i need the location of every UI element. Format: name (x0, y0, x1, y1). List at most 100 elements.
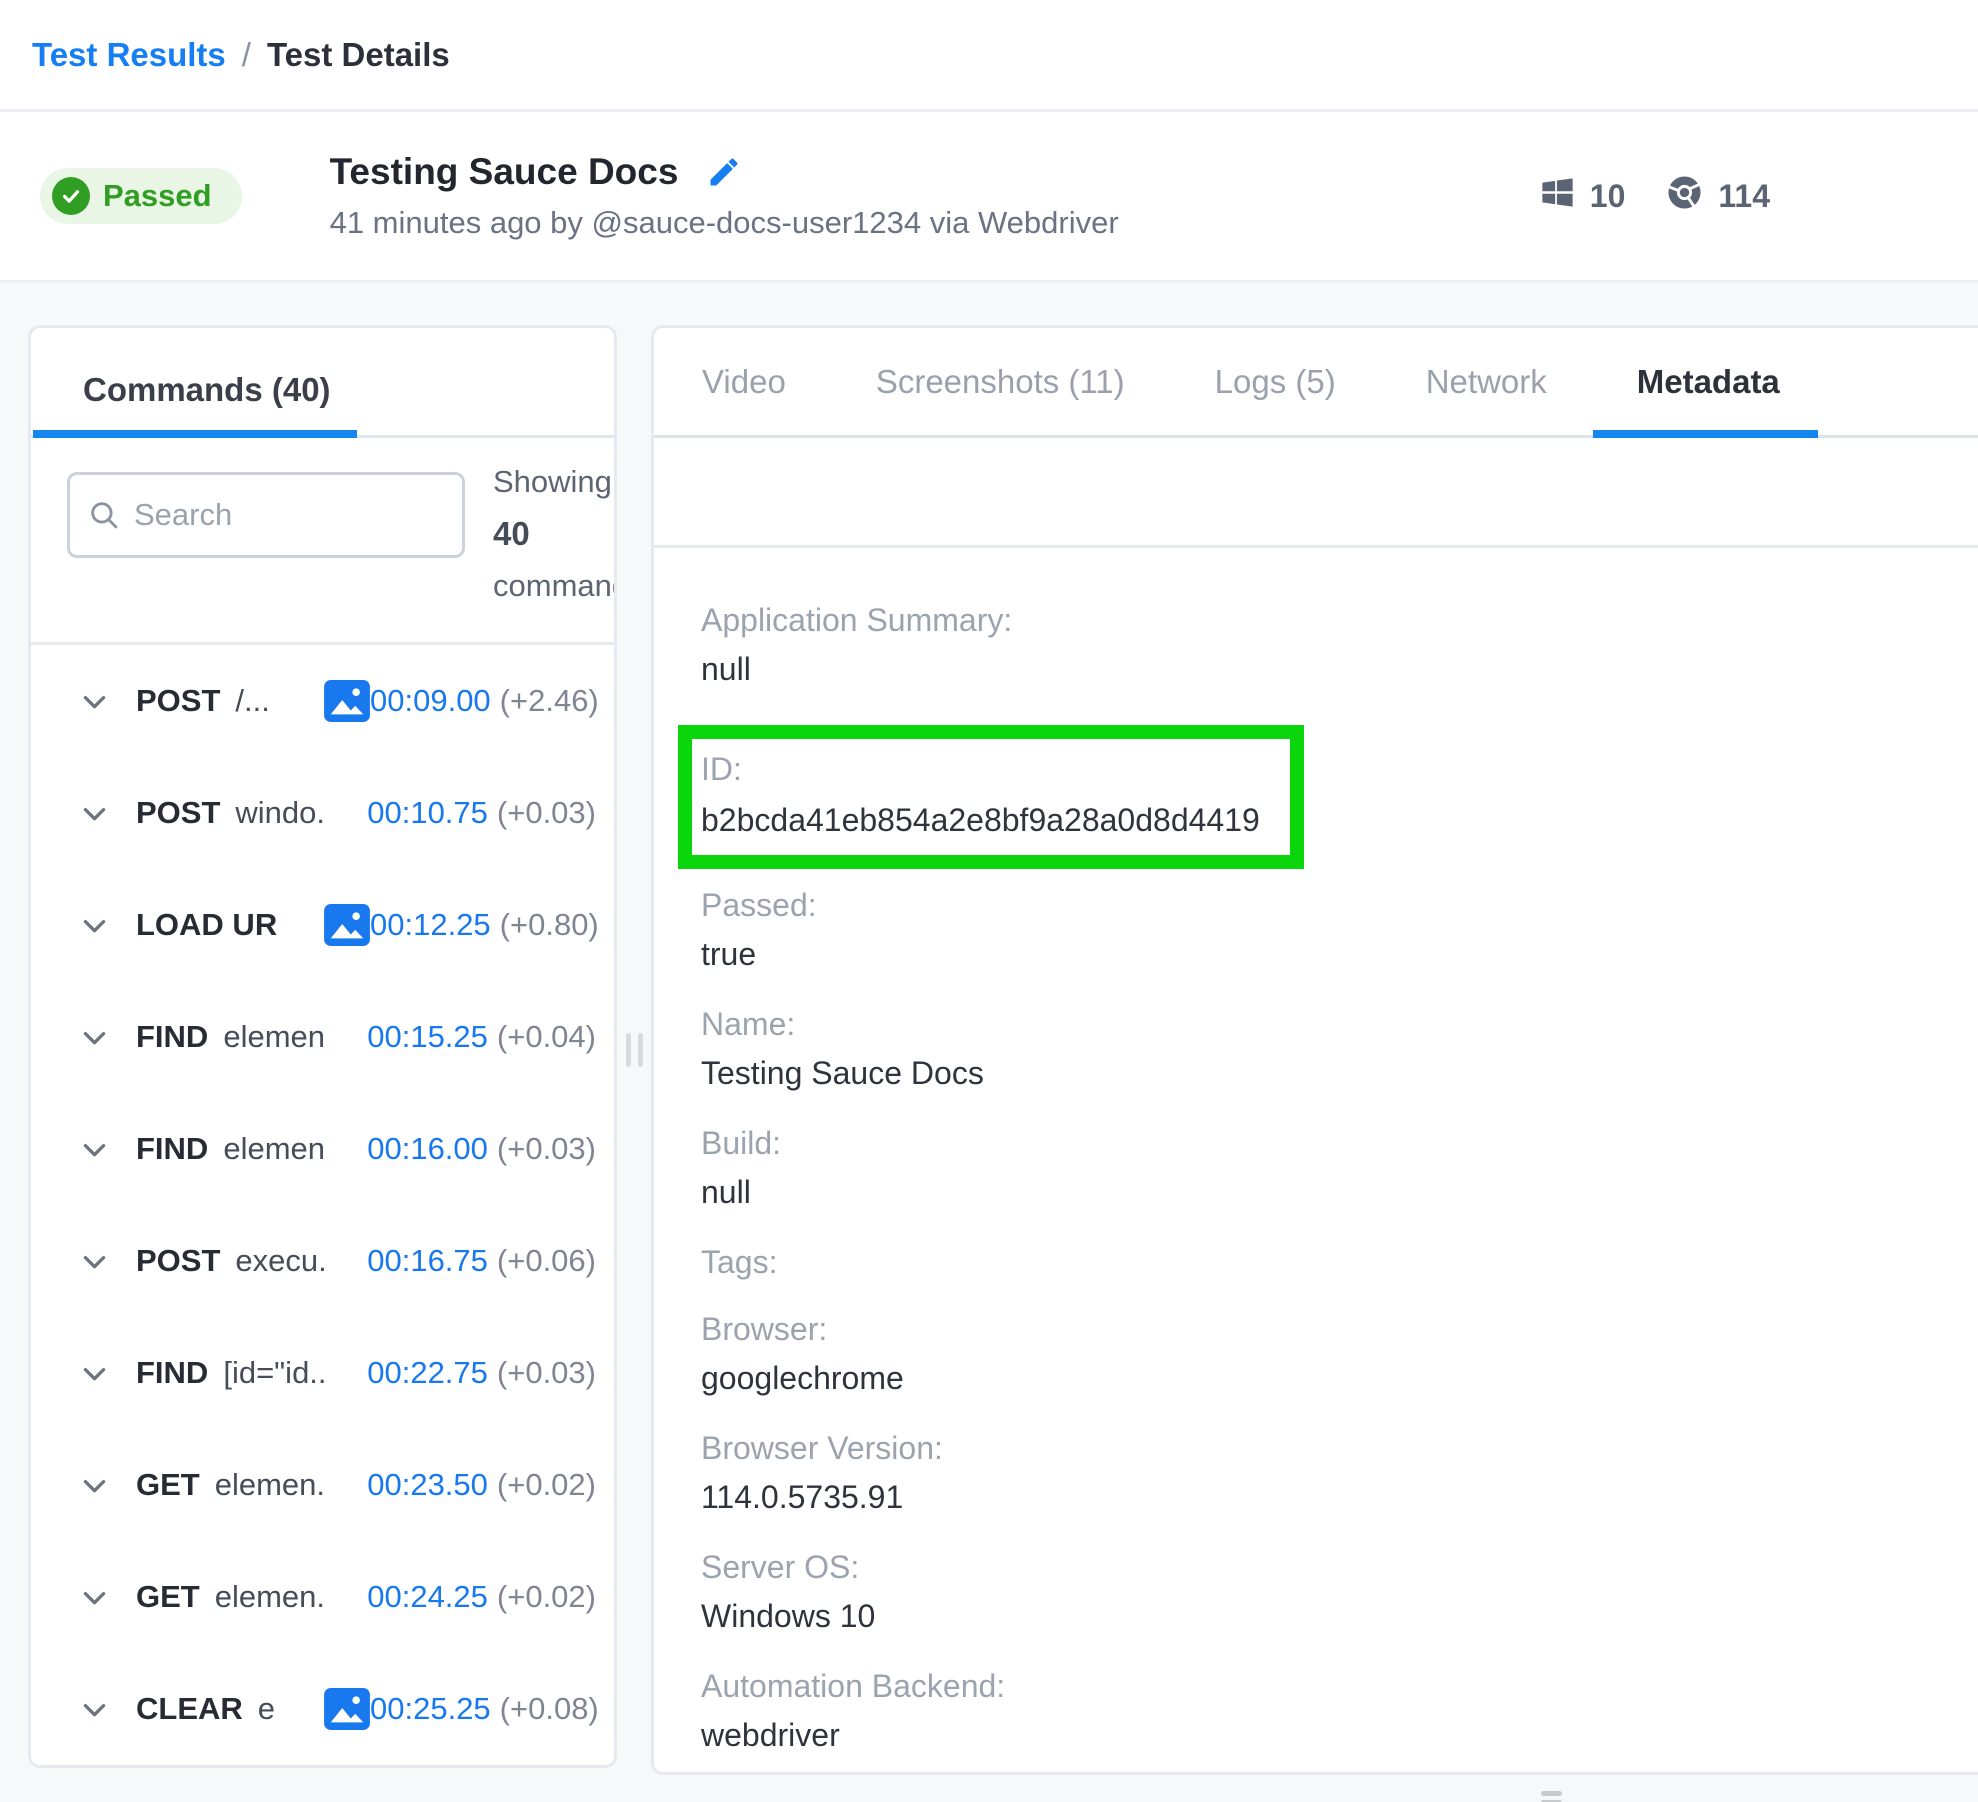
os-info: 10 (1541, 176, 1625, 217)
chevron-down-icon[interactable] (79, 798, 110, 829)
command-row[interactable]: FIND element 00:16.00 (+0.03) (31, 1093, 614, 1205)
details-tab-bar: Video Screenshots (11) Logs (5) Network … (654, 328, 1978, 438)
command-time[interactable]: 00:09.00 (370, 683, 491, 719)
chevron-down-icon[interactable] (79, 1358, 110, 1389)
chevron-down-icon[interactable] (79, 1022, 110, 1053)
metadata-label: Server OS: (701, 1549, 860, 1585)
chevron-down-icon[interactable] (79, 910, 110, 941)
command-delta: (+0.03) (496, 1355, 596, 1390)
search-input[interactable] (67, 472, 465, 558)
breadcrumb-current: Test Details (266, 35, 450, 73)
metadata-label: ID: (701, 751, 742, 787)
chevron-down-icon[interactable] (79, 1134, 110, 1165)
command-method: POST (136, 795, 221, 830)
breadcrumb: Test Results / Test Details (0, 0, 1978, 112)
command-args: elemen... (214, 1467, 324, 1502)
metadata-field: Browser Version: 114.0.5735.91 (701, 1428, 1938, 1520)
command-method: CLEAR (136, 1691, 243, 1726)
command-time[interactable]: 00:10.75 (367, 795, 488, 831)
details-panel: Video Screenshots (11) Logs (5) Network … (651, 325, 1978, 1775)
metadata-field: Automation Backend: webdriver (701, 1666, 1938, 1758)
tab-video[interactable]: Video (702, 328, 786, 435)
command-args: windo... (235, 795, 324, 830)
metadata-value: webdriver (701, 1717, 840, 1753)
test-details-page: Test Results / Test Details Passed Testi… (0, 0, 1978, 1802)
command-args: e (257, 1691, 276, 1726)
test-subtitle: 41 minutes ago by @sauce-docs-user1234 v… (329, 205, 1119, 240)
command-row[interactable]: POST execu... 00:16.75(+0.06) (31, 1205, 614, 1317)
command-args: elemen... (214, 1579, 324, 1614)
scroll-handle-icon[interactable] (1541, 1791, 1562, 1802)
metadata-value: b2bcda41eb854a2e8bf9a28a0d8d4419 (701, 802, 1260, 838)
command-method: LOAD UR (136, 907, 278, 942)
command-method: POST (136, 683, 221, 718)
metadata-field: Application Summary: null (701, 600, 1938, 692)
command-row[interactable]: FIND element 00:15.25 (+0.04) (31, 981, 614, 1093)
command-row[interactable]: GET elemen... 00:24.25(+0.02) (31, 1541, 614, 1653)
metadata-tab-active-underline (1592, 430, 1818, 438)
tab-commands[interactable]: Commands (40) (83, 371, 331, 409)
metadata-value: null (701, 1174, 751, 1210)
metadata-label: Application Summary: (701, 602, 1013, 638)
windows-icon (1541, 176, 1574, 217)
command-row[interactable]: LOAD UR 00:12.25 (+0.80) (31, 869, 614, 981)
status-label: Passed (103, 178, 212, 213)
metadata-value: null (701, 651, 751, 687)
details-toolbar-strip (654, 438, 1978, 548)
test-header: Passed Testing Sauce Docs 41 minutes ago… (0, 112, 1978, 283)
tab-screenshots[interactable]: Screenshots (11) (876, 328, 1125, 435)
metadata-field: Server OS: Windows 10 (701, 1547, 1938, 1639)
metadata-label: Browser Version: (701, 1430, 943, 1466)
check-icon (52, 177, 90, 215)
metadata-field: Browser: googlechrome (701, 1309, 1938, 1401)
command-delta: (+0.03) (496, 795, 596, 830)
tab-metadata[interactable]: Metadata (1592, 328, 1818, 438)
environment-info: 10 114 (1541, 175, 1770, 218)
metadata-label: Automation Backend: (701, 1668, 1006, 1704)
edit-title-icon[interactable] (706, 154, 742, 190)
main-area: Commands (40) Showing 40 commands (0, 283, 1978, 1775)
command-row[interactable]: FIND [id="id... 00:22.75 (+0.03) (31, 1317, 614, 1429)
metadata-label: Passed: (701, 887, 817, 923)
tab-logs[interactable]: Logs (5) (1215, 328, 1336, 435)
command-time[interactable]: 00:12.25 (370, 907, 491, 943)
metadata-label: Browser: (701, 1311, 828, 1347)
screenshot-icon[interactable] (324, 680, 370, 722)
chevron-down-icon[interactable] (79, 1246, 110, 1277)
browser-info: 114 (1667, 175, 1770, 218)
command-time[interactable]: 00:16.00 (367, 1131, 488, 1167)
showing-count-text: Showing 40 commands (493, 464, 614, 603)
command-row[interactable]: POST windo... 00:10.75(+0.03) (31, 757, 614, 869)
tab-network[interactable]: Network (1426, 328, 1547, 435)
command-row[interactable]: CLEAR e 00:25.25 (+0.08) (31, 1653, 614, 1765)
command-time[interactable]: 00:23.50 (367, 1467, 488, 1503)
metadata-field: Build: null (701, 1123, 1938, 1215)
metadata-content: Application Summary: null ID: b2bcda41eb… (654, 548, 1978, 1772)
command-method: POST (136, 1243, 221, 1278)
command-method: FIND (136, 1355, 209, 1390)
breadcrumb-test-results-link[interactable]: Test Results (32, 36, 226, 74)
screenshot-icon[interactable] (324, 1688, 370, 1730)
command-row[interactable]: POST /... 00:09.00 (+2.46) (31, 645, 614, 757)
chevron-down-icon[interactable] (79, 1694, 110, 1725)
commands-search-section: Showing 40 commands (31, 438, 614, 645)
command-time[interactable]: 00:16.75 (367, 1243, 488, 1279)
command-delta: (+0.04) (496, 1019, 596, 1054)
command-time[interactable]: 00:22.75 (367, 1355, 488, 1391)
chevron-down-icon[interactable] (79, 686, 110, 717)
command-delta: (+0.02) (496, 1579, 596, 1614)
command-method: GET (136, 1579, 200, 1614)
command-time[interactable]: 00:25.25 (370, 1691, 491, 1727)
command-delta: (+0.06) (496, 1243, 596, 1278)
command-time[interactable]: 00:24.25 (367, 1579, 488, 1615)
chevron-down-icon[interactable] (79, 1470, 110, 1501)
resize-handle-icon[interactable] (625, 1033, 643, 1067)
browser-version: 114 (1718, 177, 1770, 214)
id-highlight-box: ID: b2bcda41eb854a2e8bf9a28a0d8d4419 (678, 725, 1304, 869)
command-args: execu... (235, 1243, 324, 1278)
command-row[interactable]: GET elemen... 00:23.50(+0.02) (31, 1429, 614, 1541)
screenshot-icon[interactable] (324, 904, 370, 946)
command-time[interactable]: 00:15.25 (367, 1019, 488, 1055)
chevron-down-icon[interactable] (79, 1582, 110, 1613)
command-method: FIND (136, 1019, 209, 1054)
